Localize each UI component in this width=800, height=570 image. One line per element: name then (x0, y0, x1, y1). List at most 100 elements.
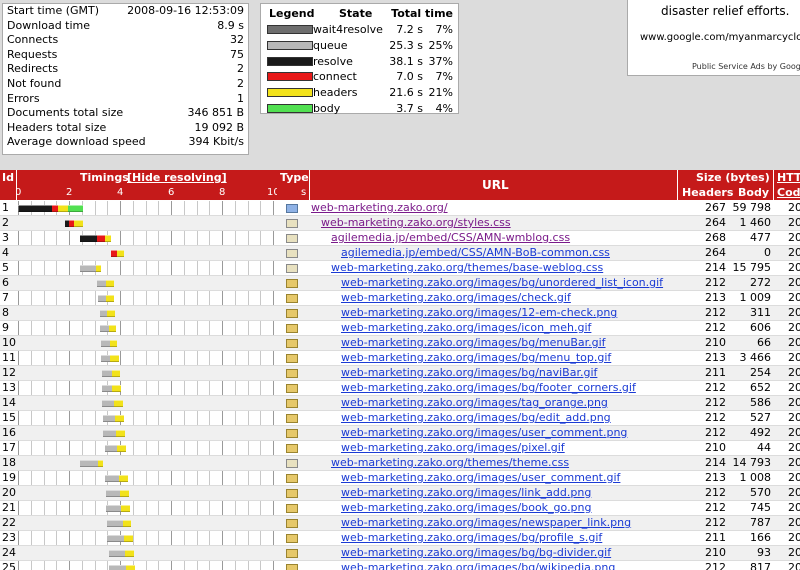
request-url-link[interactable]: web-marketing.zako.org/images/bg/bg-divi… (341, 546, 676, 561)
table-row[interactable]: 16 web-marketing.zako.org/images/user_com… (0, 426, 800, 441)
ad-url[interactable]: www.google.com/myanmarcyclone (640, 32, 800, 43)
table-row[interactable]: 9 web-marketing.zako.org/images/icon_meh.… (0, 321, 800, 336)
timing-tick: 2 (66, 187, 73, 198)
table-row[interactable]: 21 web-marketing.zako.org/images/book_go.… (0, 501, 800, 516)
table-row[interactable]: 15 web-marketing.zako.org/images/bg/edit_… (0, 411, 800, 426)
request-url-link[interactable]: web-marketing.zako.org/images/12-em-chec… (341, 306, 676, 321)
timing-bar-headers (123, 535, 133, 542)
col-size-body-label: Body (738, 186, 769, 199)
request-url-link[interactable]: agilemedia.jp/embed/CSS/AMN-BoB-common.c… (341, 246, 676, 261)
file-type-img-icon (286, 399, 298, 408)
file-type-css-icon (286, 264, 298, 273)
file-type-img-icon (286, 354, 298, 363)
http-code: 20 (788, 441, 800, 454)
request-url-link[interactable]: agilemedia.jp/embed/CSS/AMN-wmblog.css (331, 231, 676, 246)
timing-bar-queue (103, 430, 117, 437)
ad-title[interactable]: disaster relief efforts. (661, 4, 789, 18)
table-row[interactable]: 6 web-marketing.zako.org/images/bg/unorde… (0, 276, 800, 291)
body-size: 15 795 (732, 261, 772, 274)
http-link[interactable]: HTTP (777, 171, 800, 184)
body-size: 1 460 (739, 216, 772, 229)
legend-swatch (267, 41, 313, 51)
request-url-link[interactable]: web-marketing.zako.org/ (311, 201, 676, 216)
request-url-link[interactable]: web-marketing.zako.org/images/bg/unorder… (341, 276, 676, 291)
hide-resolving-link[interactable]: [Hide resolving] (127, 171, 227, 184)
timing-bar-body (67, 205, 84, 212)
summary-row: Connects 32 (3, 33, 248, 48)
headers-size: 210 (705, 546, 726, 559)
table-row[interactable]: 8 web-marketing.zako.org/images/12-em-che… (0, 306, 800, 321)
table-row[interactable]: 19 web-marketing.zako.org/images/user_com… (0, 471, 800, 486)
request-url-link[interactable]: web-marketing.zako.org/images/user_comme… (341, 426, 676, 441)
request-url-link[interactable]: web-marketing.zako.org/images/newspaper_… (341, 516, 676, 531)
table-row[interactable]: 18 web-marketing.zako.org/themes/theme.cs… (0, 456, 800, 471)
timing-bar-queue (99, 310, 108, 317)
table-row[interactable]: 11 web-marketing.zako.org/images/bg/menu_… (0, 351, 800, 366)
http-code: 20 (788, 246, 800, 259)
table-row[interactable]: 13 web-marketing.zako.org/images/bg/foote… (0, 381, 800, 396)
request-url-link[interactable]: web-marketing.zako.org/themes/base-weblo… (331, 261, 676, 276)
table-row[interactable]: 24 web-marketing.zako.org/images/bg/bg-di… (0, 546, 800, 561)
timing-bar-queue (107, 520, 123, 527)
timing-bar-headers (126, 565, 136, 570)
request-url-link[interactable]: web-marketing.zako.org/images/icon_meh.g… (341, 321, 676, 336)
body-size: 0 (764, 246, 771, 259)
request-url-link[interactable]: web-marketing.zako.org/images/bg/edit_ad… (341, 411, 676, 426)
request-url-link[interactable]: web-marketing.zako.org/themes/theme.css (331, 456, 676, 471)
ad-footer[interactable]: Public Service Ads by Google (692, 62, 800, 71)
table-row[interactable]: 7 web-marketing.zako.org/images/check.gif… (0, 291, 800, 306)
table-row[interactable]: 5 web-marketing.zako.org/themes/base-webl… (0, 261, 800, 276)
table-row[interactable]: 1 web-marketing.zako.org/267 59 798 20 (0, 201, 800, 216)
table-body: 1 web-marketing.zako.org/267 59 798 20 2 web-… (0, 201, 800, 570)
file-type-img-icon (286, 369, 298, 378)
table-row[interactable]: 2 web-marketing.zako.org/styles.css 264 1 4… (0, 216, 800, 231)
table-row[interactable]: 22 web-marketing.zako.org/images/newspape… (0, 516, 800, 531)
legend-col-legend: Legend (269, 6, 315, 20)
timing-bar-queue (80, 265, 96, 272)
table-row[interactable]: 25 web-marketing.zako.org/images/bg/wikip… (0, 561, 800, 570)
timing-bar-headers (120, 490, 129, 497)
row-id: 3 (2, 231, 9, 244)
request-url-link[interactable]: web-marketing.zako.org/images/user_comme… (341, 471, 676, 486)
timing-bar-queue (104, 445, 118, 452)
request-url-link[interactable]: web-marketing.zako.org/images/pixel.gif (341, 441, 676, 456)
timing-bar-headers (105, 280, 114, 287)
request-url-link[interactable]: web-marketing.zako.org/images/bg/wikiped… (341, 561, 676, 570)
file-type-img-icon (286, 549, 298, 558)
timing-bar-headers (108, 325, 117, 332)
request-url-link[interactable]: web-marketing.zako.org/images/link_add.p… (341, 486, 676, 501)
legend-row: wait4resolve 7.2 s 7% (261, 22, 458, 38)
request-url-link[interactable]: web-marketing.zako.org/images/bg/menu_to… (341, 351, 676, 366)
table-row[interactable]: 17 web-marketing.zako.org/images/pixel.gi… (0, 441, 800, 456)
table-row[interactable]: 3 agilemedia.jp/embed/CSS/AMN-wmblog.css 2… (0, 231, 800, 246)
request-url-link[interactable]: web-marketing.zako.org/images/tag_orange… (341, 396, 676, 411)
headers-size: 212 (705, 501, 726, 514)
summary-row: Start time (GMT) 2008-09-16 12:53:09 (3, 4, 248, 19)
table-row[interactable]: 14 web-marketing.zako.org/images/tag_oran… (0, 396, 800, 411)
table-row[interactable]: 12 web-marketing.zako.org/images/bg/naviB… (0, 366, 800, 381)
headers-size: 267 (705, 201, 726, 214)
table-row[interactable]: 20 web-marketing.zako.org/images/link_add… (0, 486, 800, 501)
public-service-ad[interactable]: disaster relief efforts. www.google.com/… (627, 0, 800, 76)
code-link[interactable]: Code (777, 186, 800, 199)
file-type-img-icon (286, 504, 298, 513)
request-url-link[interactable]: web-marketing.zako.org/images/bg/footer_… (341, 381, 676, 396)
request-url-link[interactable]: web-marketing.zako.org/images/bg/naviBar… (341, 366, 676, 381)
summary-row: Not found 2 (3, 77, 248, 92)
table-row[interactable]: 10 web-marketing.zako.org/images/bg/menuB… (0, 336, 800, 351)
timing-bar-resolve (80, 235, 98, 242)
request-url-link[interactable]: web-marketing.zako.org/images/book_go.pn… (341, 501, 676, 516)
summary-label: Not found (7, 76, 62, 90)
col-id-header: Id (0, 170, 16, 200)
request-url-link[interactable]: web-marketing.zako.org/images/bg/profile… (341, 531, 676, 546)
table-row[interactable]: 23 web-marketing.zako.org/images/bg/profi… (0, 531, 800, 546)
col-type-label: Type (280, 171, 309, 184)
summary-value: 346 851 B (187, 106, 244, 120)
timing-bar-headers (118, 475, 128, 482)
table-row[interactable]: 4 agilemedia.jp/embed/CSS/AMN-BoB-common.… (0, 246, 800, 261)
request-url-link[interactable]: web-marketing.zako.org/images/check.gif (341, 291, 676, 306)
timing-bar-queue (102, 370, 113, 377)
request-url-link[interactable]: web-marketing.zako.org/images/bg/menuBar… (341, 336, 676, 351)
request-url-link[interactable]: web-marketing.zako.org/styles.css (321, 216, 676, 231)
col-size-headers-label: Headers (682, 186, 734, 199)
